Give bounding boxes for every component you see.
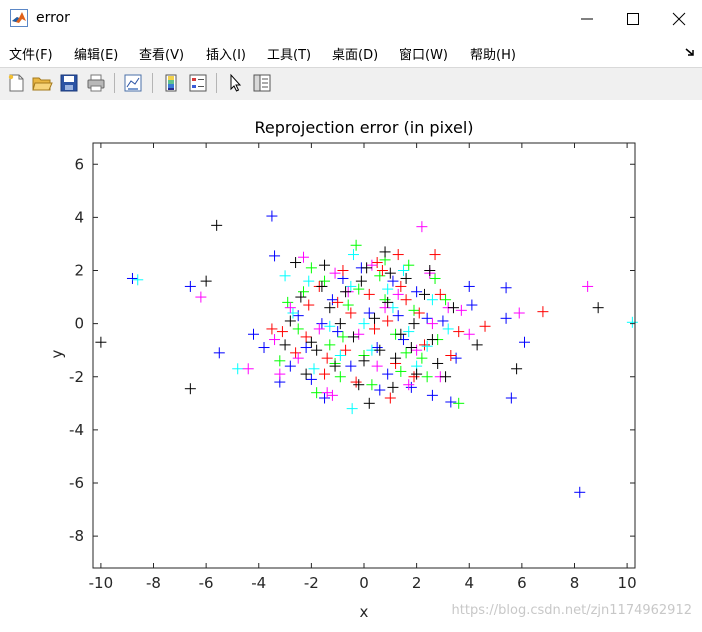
x-tick-label: -4 [251, 574, 266, 592]
toolbar-separator [152, 73, 153, 93]
x-tick-label: 10 [618, 574, 637, 592]
menu-edit[interactable]: 编辑(E) [74, 44, 118, 63]
y-tick-label: 4 [74, 208, 84, 226]
close-icon [672, 12, 686, 26]
y-tick-label: 6 [74, 155, 84, 173]
toolbar-separator [216, 73, 217, 93]
maximize-button[interactable] [610, 0, 656, 38]
minimize-icon [581, 18, 593, 20]
matlab-logo-icon [10, 9, 28, 27]
y-tick-label: 2 [74, 262, 84, 280]
property-inspector-icon[interactable] [251, 72, 273, 94]
x-tick-label: -8 [146, 574, 161, 592]
window-titlebar: error [0, 0, 702, 38]
figure-toolbar [0, 67, 702, 101]
menu-bar: 文件(F) 编辑(E) 查看(V) 插入(I) 工具(T) 桌面(D) 窗口(W… [0, 38, 702, 66]
x-axis-label: x [360, 603, 369, 621]
x-tick-label: -10 [89, 574, 114, 592]
menu-help[interactable]: 帮助(H) [470, 44, 516, 63]
dock-arrow-icon[interactable] [684, 46, 696, 58]
x-tick-label: 2 [412, 574, 422, 592]
y-tick-label: -8 [69, 527, 84, 545]
y-tick-label: -4 [69, 421, 84, 439]
maximize-icon [627, 13, 639, 25]
x-tick-label: 4 [464, 574, 474, 592]
x-tick-label: 6 [517, 574, 527, 592]
close-button[interactable] [656, 0, 702, 38]
y-tick-label: -2 [69, 368, 84, 386]
menu-file[interactable]: 文件(F) [9, 44, 53, 63]
menu-view[interactable]: 查看(V) [139, 44, 184, 63]
y-tick-label: -6 [69, 474, 84, 492]
reprojection-error-plot[interactable]: Reprojection error (in pixel) -10 -8 -6 -4 -… [0, 100, 702, 628]
toolbar-separator [114, 73, 115, 93]
open-file-icon[interactable] [31, 72, 53, 94]
x-tick-label: -2 [304, 574, 319, 592]
x-tick-label: -6 [199, 574, 214, 592]
menu-window[interactable]: 窗口(W) [399, 44, 448, 63]
x-tick-label: 0 [359, 574, 369, 592]
colorbar-icon[interactable] [160, 72, 182, 94]
legend-icon[interactable] [187, 72, 209, 94]
window-title: error [36, 10, 70, 26]
watermark-text: https://blog.csdn.net/zjn1174962912 [452, 603, 692, 618]
save-icon[interactable] [58, 72, 80, 94]
menu-desktop[interactable]: 桌面(D) [332, 44, 378, 63]
x-tick-label: 8 [570, 574, 580, 592]
link-plot-icon[interactable] [122, 72, 144, 94]
menu-insert[interactable]: 插入(I) [206, 44, 246, 63]
y-axis-label: y [48, 349, 66, 358]
print-icon[interactable] [85, 72, 107, 94]
new-figure-icon[interactable] [5, 72, 27, 94]
figure-canvas: Reprojection error (in pixel) -10 -8 -6 -4 -… [0, 100, 702, 628]
menu-tools[interactable]: 工具(T) [267, 44, 311, 63]
chart-title: Reprojection error (in pixel) [254, 118, 473, 137]
y-tick-label: 0 [74, 315, 84, 333]
minimize-button[interactable] [564, 0, 610, 38]
pointer-icon[interactable] [224, 72, 246, 94]
